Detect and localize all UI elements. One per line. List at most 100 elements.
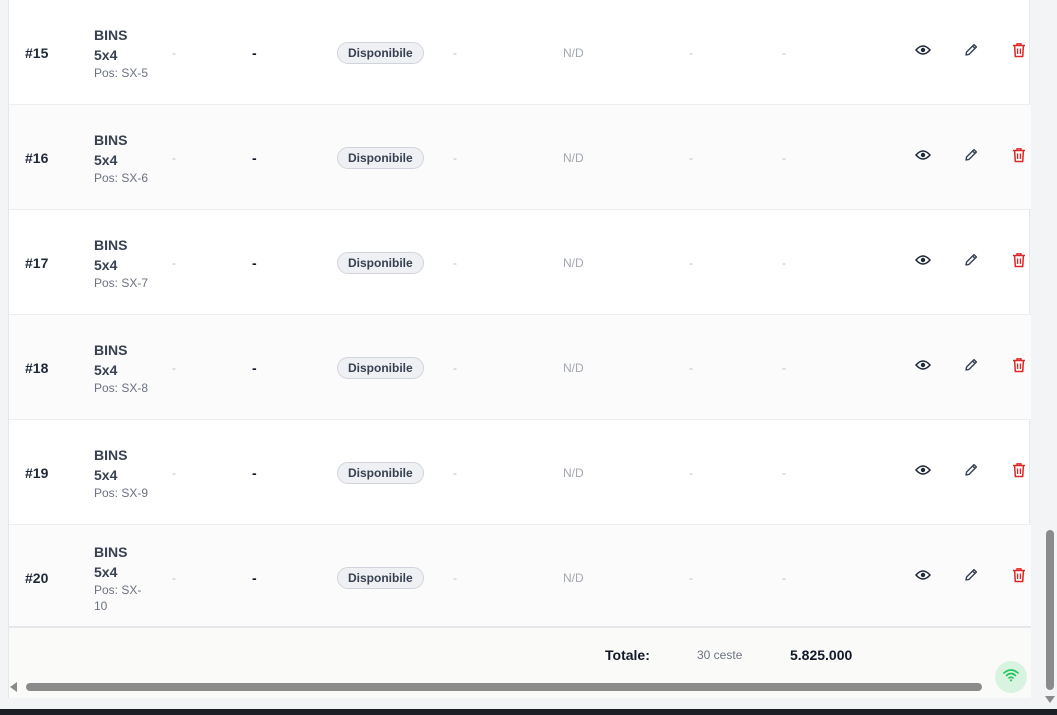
cell-empty-value: - — [782, 255, 786, 270]
view-button[interactable] — [914, 568, 932, 586]
basket-id: #19 — [25, 464, 49, 481]
cell-empty-value: - — [689, 360, 693, 375]
cell-not-available: N/D — [563, 570, 584, 585]
edit-button[interactable] — [962, 463, 980, 481]
basket-name: BINS 5x4 — [94, 341, 128, 378]
status-badge: Disponibile — [337, 356, 424, 379]
pencil-icon — [963, 462, 979, 483]
basket-info: BINS 5x4 Pos: SX-8 — [94, 315, 154, 420]
scroll-left-arrow-icon[interactable] — [10, 682, 17, 692]
cell-empty-value: - — [782, 45, 786, 60]
pencil-icon — [963, 567, 979, 588]
cell-empty-value: - — [252, 569, 257, 586]
eye-icon — [915, 568, 931, 586]
status-cell: Disponibile — [337, 210, 424, 315]
cell-empty-value: - — [252, 254, 257, 271]
cell-empty-value: - — [252, 44, 257, 61]
delete-button[interactable] — [1010, 252, 1028, 273]
cell-empty-value: - — [453, 360, 457, 375]
footer-total-value: 5.825.000 — [790, 647, 853, 663]
basket-info: BINS 5x4 Pos: SX-5 — [94, 0, 154, 105]
view-button[interactable] — [914, 463, 932, 481]
pencil-icon — [963, 42, 979, 63]
footer-basket-count: 30 ceste — [697, 648, 743, 662]
status-badge: Disponibile — [337, 41, 424, 64]
wifi-icon — [1003, 668, 1019, 687]
scroll-down-arrow-icon[interactable] — [1045, 696, 1055, 703]
view-button[interactable] — [914, 253, 932, 271]
view-button[interactable] — [914, 358, 932, 376]
table-row: #19 BINS 5x4 Pos: SX-9 - - Disponibile - N/D - - — [9, 420, 1031, 525]
delete-button[interactable] — [1010, 42, 1028, 63]
basket-position: Pos: SX-9 — [94, 485, 149, 500]
vertical-scrollbar[interactable] — [1043, 0, 1057, 709]
basket-name: BINS 5x4 — [94, 26, 128, 63]
view-button[interactable] — [914, 43, 932, 61]
cell-empty-value: - — [252, 464, 257, 481]
basket-info: BINS 5x4 Pos: SX-10 — [94, 525, 154, 630]
edit-button[interactable] — [962, 148, 980, 166]
delete-button[interactable] — [1010, 462, 1028, 481]
basket-position: Pos: SX-10 — [94, 582, 142, 613]
status-badge: Disponibile — [337, 566, 424, 589]
basket-position: Pos: SX-5 — [94, 65, 149, 80]
edit-button[interactable] — [962, 358, 980, 376]
horizontal-scroll-thumb[interactable] — [26, 683, 982, 691]
basket-id: #20 — [25, 569, 49, 586]
basket-info: BINS 5x4 Pos: SX-7 — [94, 210, 154, 315]
trash-icon — [1012, 567, 1026, 588]
basket-id: #15 — [25, 44, 49, 61]
cell-not-available: N/D — [563, 360, 584, 375]
delete-button[interactable] — [1010, 147, 1028, 168]
basket-name: BINS 5x4 — [94, 543, 128, 580]
cell-empty-value: - — [453, 45, 457, 60]
edit-button[interactable] — [962, 253, 980, 271]
status-cell: Disponibile — [337, 0, 424, 105]
cell-not-available: N/D — [563, 150, 584, 165]
cell-empty-value: - — [689, 255, 693, 270]
connection-status[interactable] — [995, 661, 1027, 693]
vertical-scroll-thumb[interactable] — [1046, 530, 1054, 690]
basket-id: #17 — [25, 254, 49, 271]
cell-empty-value: - — [172, 150, 176, 165]
eye-icon — [915, 253, 931, 271]
cell-not-available: N/D — [563, 465, 584, 480]
basket-name: BINS 5x4 — [94, 131, 128, 168]
basket-position: Pos: SX-8 — [94, 380, 149, 395]
edit-button[interactable] — [962, 43, 980, 61]
horizontal-scrollbar[interactable] — [8, 680, 1030, 694]
cell-empty-value: - — [689, 570, 693, 585]
basket-name: BINS 5x4 — [94, 236, 128, 273]
delete-button[interactable] — [1010, 567, 1028, 588]
basket-name: BINS 5x4 — [94, 446, 128, 483]
trash-icon — [1012, 42, 1026, 63]
cell-empty-value: - — [689, 45, 693, 60]
cell-empty-value: - — [782, 150, 786, 165]
table-row: #15 BINS 5x4 Pos: SX-5 - - Disponibile - N/D - - — [9, 0, 1031, 105]
eye-icon — [915, 43, 931, 61]
trash-icon — [1012, 252, 1026, 273]
status-badge: Disponibile — [337, 251, 424, 274]
pencil-icon — [963, 147, 979, 168]
basket-info: BINS 5x4 Pos: SX-9 — [94, 420, 154, 525]
status-cell: Disponibile — [337, 420, 424, 525]
edit-button[interactable] — [962, 568, 980, 586]
trash-icon — [1012, 147, 1026, 168]
footer-total-label: Totale: — [605, 647, 650, 663]
cell-empty-value: - — [252, 359, 257, 376]
pencil-icon — [963, 252, 979, 273]
table-row: #17 BINS 5x4 Pos: SX-7 - - Disponibile - N/D - - — [9, 210, 1031, 315]
cell-empty-value: - — [782, 465, 786, 480]
basket-id: #16 — [25, 149, 49, 166]
pencil-icon — [963, 357, 979, 378]
trash-icon — [1012, 357, 1026, 378]
cell-empty-value: - — [453, 255, 457, 270]
delete-button[interactable] — [1010, 357, 1028, 378]
eye-icon — [915, 148, 931, 166]
cell-empty-value: - — [453, 465, 457, 480]
status-badge: Disponibile — [337, 146, 424, 169]
view-button[interactable] — [914, 148, 932, 166]
basket-info: BINS 5x4 Pos: SX-6 — [94, 105, 154, 210]
eye-icon — [915, 463, 931, 481]
status-cell: Disponibile — [337, 315, 424, 420]
